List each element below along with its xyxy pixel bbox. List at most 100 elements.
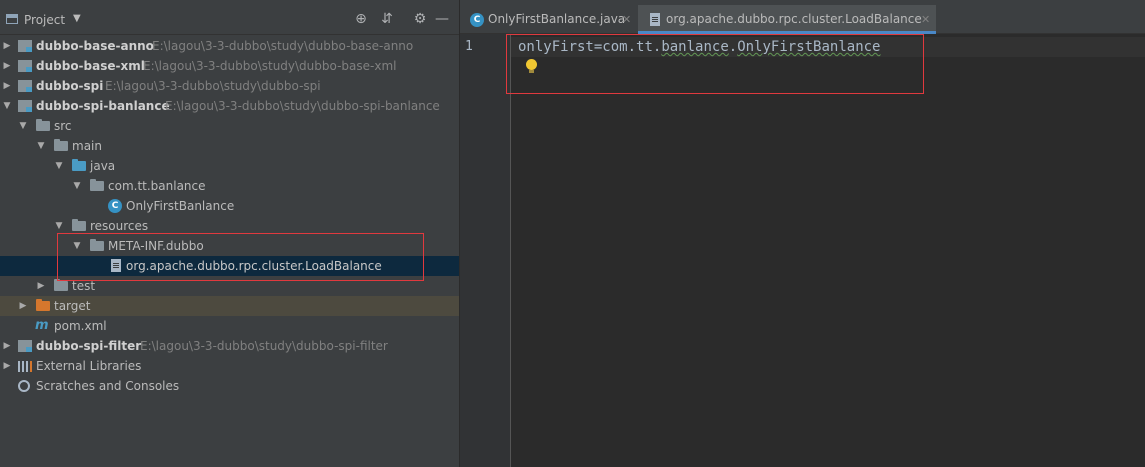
line-number: 1 — [465, 39, 473, 54]
folder-icon — [36, 119, 50, 131]
expand-arrow-icon[interactable]: ▶ — [2, 336, 12, 356]
collapse-arrow-icon[interactable]: ▼ — [72, 176, 82, 196]
tree-item-target[interactable]: ▶ target — [0, 296, 459, 316]
property-value-typo: banlance — [661, 39, 729, 55]
tree-item-loadbalance-file[interactable]: org.apache.dubbo.rpc.cluster.LoadBalance — [0, 256, 459, 276]
close-icon[interactable]: ✕ — [921, 5, 930, 34]
tree-item-label: Scratches and Consoles — [36, 379, 180, 393]
tree-item-resources[interactable]: ▼ resources — [0, 216, 459, 236]
tree-item-label: dubbo-base-anno — [36, 39, 154, 53]
tab-onlyfirstbanlance[interactable]: C OnlyFirstBanlance.java ✕ — [460, 5, 637, 34]
collapse-arrow-icon[interactable]: ▼ — [2, 96, 12, 116]
resources-folder-icon — [72, 219, 86, 231]
collapse-arrow-icon[interactable]: ▼ — [18, 116, 28, 136]
collapse-icon[interactable]: ⇵ — [379, 11, 395, 27]
project-panel-header: Project ▼ ⊕ ⇵ ⚙ — — [0, 5, 459, 35]
folder-icon — [54, 279, 68, 291]
property-value-dot: . — [728, 39, 738, 55]
tree-item-label: META-INF.dubbo — [108, 239, 204, 253]
tree-item-dubbo-spi-filter[interactable]: ▶ dubbo-spi-filter E:\lagou\3-3-dubbo\st… — [0, 336, 459, 356]
tree-item-scratches[interactable]: Scratches and Consoles — [0, 376, 459, 396]
tree-item-dubbo-spi-banlance[interactable]: ▼ dubbo-spi-banlance E:\lagou\3-3-dubbo\… — [0, 96, 459, 116]
tree-item-label: com.tt.banlance — [108, 179, 206, 193]
expand-arrow-icon[interactable]: ▶ — [2, 36, 12, 56]
property-key: onlyFirst — [518, 39, 594, 55]
maven-icon: m — [35, 318, 49, 333]
tree-item-class[interactable]: C OnlyFirstBanlance — [0, 196, 459, 216]
module-folder-icon — [18, 340, 32, 352]
tree-item-package[interactable]: ▼ com.tt.banlance — [0, 176, 459, 196]
library-icon — [18, 361, 32, 372]
gear-icon[interactable]: ⚙ — [412, 11, 428, 27]
expand-arrow-icon[interactable]: ▶ — [36, 276, 46, 296]
expand-arrow-icon[interactable]: ▶ — [2, 56, 12, 76]
file-icon — [650, 13, 660, 26]
expand-arrow-icon[interactable]: ▶ — [2, 356, 12, 376]
code-line[interactable]: onlyFirst=com.tt.banlance.OnlyFirstBanla… — [518, 38, 880, 56]
collapse-arrow-icon[interactable]: ▼ — [54, 216, 64, 236]
tree-item-test[interactable]: ▶ test — [0, 276, 459, 296]
tree-item-path: E:\lagou\3-3-dubbo\study\dubbo-base-anno — [152, 39, 414, 53]
tree-item-main[interactable]: ▼ main — [0, 136, 459, 156]
locate-icon[interactable]: ⊕ — [353, 11, 369, 27]
tree-item-label: dubbo-spi-banlance — [36, 99, 170, 113]
tree-item-label: target — [54, 299, 91, 313]
tab-loadbalance[interactable]: org.apache.dubbo.rpc.cluster.LoadBalance… — [638, 5, 936, 34]
module-folder-icon — [18, 40, 32, 52]
close-icon[interactable]: ✕ — [622, 5, 631, 34]
tree-item-label: External Libraries — [36, 359, 142, 373]
expand-arrow-icon[interactable]: ▶ — [18, 296, 28, 316]
tree-item-label: dubbo-spi-filter — [36, 339, 142, 353]
lightbulb-icon[interactable] — [526, 59, 537, 73]
property-value-class: OnlyFirstBanlance — [737, 39, 881, 55]
expand-arrow-icon[interactable]: ▶ — [2, 76, 12, 96]
tree-item-path: E:\lagou\3-3-dubbo\study\dubbo-spi — [105, 79, 321, 93]
scratches-icon — [18, 380, 30, 392]
tree-item-label: dubbo-base-xml — [36, 59, 145, 73]
editor-area[interactable] — [511, 34, 1145, 467]
tree-item-dubbo-spi[interactable]: ▶ dubbo-spi E:\lagou\3-3-dubbo\study\dub… — [0, 76, 459, 96]
tree-item-label: src — [54, 119, 72, 133]
property-value-part: com.tt. — [602, 39, 662, 55]
chevron-down-icon[interactable]: ▼ — [73, 13, 81, 24]
folder-icon — [54, 139, 68, 151]
tree-item-label: dubbo-spi — [36, 79, 104, 93]
tree-item-label: OnlyFirstBanlance — [126, 199, 235, 213]
collapse-arrow-icon[interactable]: ▼ — [54, 156, 64, 176]
tree-item-src[interactable]: ▼ src — [0, 116, 459, 136]
hide-icon[interactable]: — — [434, 11, 450, 27]
collapse-arrow-icon[interactable]: ▼ — [72, 236, 82, 256]
project-icon — [6, 14, 18, 24]
tree-item-dubbo-base-anno[interactable]: ▶ dubbo-base-anno E:\lagou\3-3-dubbo\stu… — [0, 36, 459, 56]
collapse-arrow-icon[interactable]: ▼ — [36, 136, 46, 156]
tree-item-path: E:\lagou\3-3-dubbo\study\dubbo-spi-filte… — [140, 339, 388, 353]
tree-item-pom[interactable]: m pom.xml — [0, 316, 459, 336]
class-icon: C — [470, 13, 484, 27]
editor-tab-bar: C OnlyFirstBanlance.java ✕ org.apache.du… — [460, 5, 1145, 34]
editor-gutter — [460, 34, 510, 467]
tree-item-path: E:\lagou\3-3-dubbo\study\dubbo-base-xml — [143, 59, 397, 73]
tab-label: OnlyFirstBanlance.java — [488, 12, 626, 26]
tree-item-path: E:\lagou\3-3-dubbo\study\dubbo-spi-banla… — [165, 99, 440, 113]
class-icon: C — [108, 199, 122, 213]
tree-item-label: resources — [90, 219, 149, 233]
package-icon — [90, 179, 104, 191]
excluded-folder-icon — [36, 299, 50, 311]
tree-item-meta-inf[interactable]: ▼ META-INF.dubbo — [0, 236, 459, 256]
tree-item-external-libraries[interactable]: ▶ External Libraries — [0, 356, 459, 376]
module-folder-icon — [18, 100, 32, 112]
folder-icon — [90, 239, 104, 251]
tree-item-label: test — [72, 279, 96, 293]
module-folder-icon — [18, 80, 32, 92]
tree-item-dubbo-base-xml[interactable]: ▶ dubbo-base-xml E:\lagou\3-3-dubbo\stud… — [0, 56, 459, 76]
tree-item-label: pom.xml — [54, 319, 107, 333]
tree-item-java[interactable]: ▼ java — [0, 156, 459, 176]
tree-item-label: main — [72, 139, 102, 153]
project-view-selector[interactable]: Project — [24, 13, 65, 27]
file-icon — [111, 259, 121, 272]
tab-label: org.apache.dubbo.rpc.cluster.LoadBalance — [666, 12, 922, 26]
tree-item-label: org.apache.dubbo.rpc.cluster.LoadBalance — [126, 259, 382, 273]
module-folder-icon — [18, 60, 32, 72]
tree-item-label: java — [90, 159, 116, 173]
source-folder-icon — [72, 159, 86, 171]
